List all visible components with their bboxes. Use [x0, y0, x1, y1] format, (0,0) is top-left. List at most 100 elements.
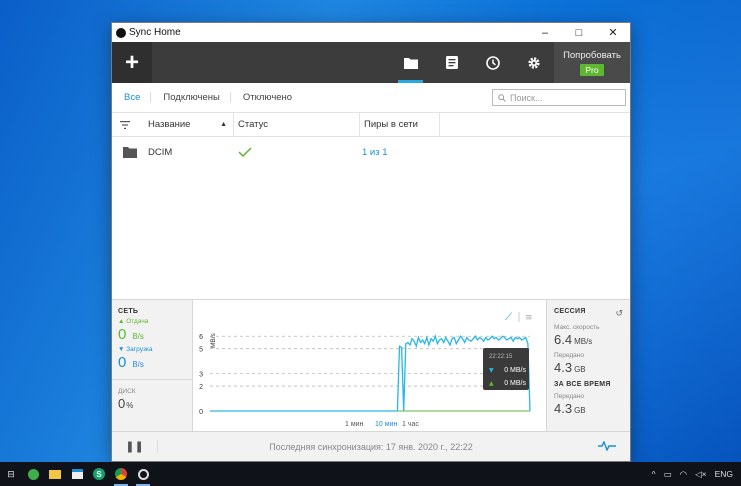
language-indicator[interactable]: ENG [715, 469, 733, 479]
max-speed-label: Макс. скорость [554, 324, 600, 331]
activity-pulse-icon [598, 439, 616, 452]
column-peers-label: Пиры в сети [364, 119, 418, 130]
folder-icon [123, 147, 137, 158]
upload-label: ▲ Отдача [118, 318, 149, 325]
filter-disconnected[interactable]: Отключено [243, 92, 302, 103]
sort-asc-icon: ▲ [220, 121, 227, 128]
folder-name: DCIM [148, 146, 173, 158]
add-folder-button[interactable]: + [112, 42, 152, 83]
last-sync-text: Последняя синхронизация: 17 янв. 2020 г.… [269, 441, 473, 452]
status-bar: ❚❚ Последняя синхронизация: 17 янв. 2020… [112, 431, 630, 461]
taskbar-chrome[interactable] [110, 462, 132, 486]
log-tab[interactable] [431, 42, 472, 83]
skype-icon: S [93, 468, 105, 480]
y-tick-label: 6 [199, 334, 203, 341]
column-peers[interactable]: Пиры в сети [360, 113, 440, 136]
session-heading: СЕССИЯ [554, 308, 586, 315]
task-view-icon: ⊟ [7, 468, 15, 479]
minimize-button[interactable]: – [528, 27, 562, 39]
system-tray: ^ ▭ ◠ ◁× ENG [652, 469, 741, 480]
task-view-button[interactable]: ⊟ [0, 462, 22, 486]
close-button[interactable]: ✕ [596, 26, 630, 39]
window-title: Sync Home [129, 27, 181, 38]
search-input[interactable]: Поиск... [492, 89, 626, 106]
title-bar: Sync Home – □ ✕ [112, 23, 630, 42]
history-tab[interactable] [472, 42, 513, 83]
search-placeholder: Поиск... [510, 92, 543, 103]
reset-icon[interactable]: ↺ [615, 308, 623, 319]
app-window: Sync Home – □ ✕ + Попробовать Pro Все По… [111, 22, 631, 462]
range-option[interactable]: 1 мин [345, 421, 364, 428]
filter-bar: Все Подключены Отключено Поиск... [112, 83, 630, 112]
chrome-icon [115, 468, 127, 480]
range-option[interactable]: 10 мин [375, 421, 397, 428]
filter-connected[interactable]: Подключены [163, 92, 231, 103]
disk-heading: ДИСК [118, 388, 136, 395]
app-logo-icon [116, 27, 126, 38]
settings-icon [527, 56, 540, 69]
pause-button[interactable]: ❚❚ [112, 440, 158, 453]
list-icon [445, 56, 458, 69]
table-view-icon[interactable]: ≡ [525, 313, 533, 323]
file-explorer-icon [49, 469, 61, 479]
peers-link[interactable]: 1 из 1 [362, 147, 388, 158]
volume-icon[interactable]: ◁× [695, 469, 707, 480]
folder-icon [403, 57, 418, 69]
all-sent-value: 4.3 GB [554, 401, 586, 416]
tooltip-up-icon: ▲ [489, 380, 494, 387]
sync-app-icon [137, 468, 149, 480]
network-heading: СЕТЬ [118, 308, 139, 315]
toolbar: + Попробовать Pro [112, 42, 630, 83]
chrome-green-icon [27, 468, 39, 480]
stats-panel: СЕТЬ ▲ Отдача 0 B/s ▼ Загрузка 0 B/s ДИСК … [112, 299, 630, 432]
pro-badge: Pro [580, 63, 604, 76]
tooltip-down-icon: ▼ [489, 367, 494, 374]
wifi-icon[interactable]: ◠ [680, 469, 687, 480]
store-icon [71, 469, 83, 479]
column-name-label: Название [148, 119, 191, 130]
disk-usage: 0% [118, 396, 134, 411]
battery-icon[interactable]: ▭ [664, 469, 672, 480]
taskbar: ⊟ S ^ ▭ ◠ ◁× ENG [0, 462, 741, 486]
session-sent-value: 4.3 GB [554, 360, 586, 375]
filter-lines-icon [120, 120, 130, 129]
y-tick-label: 0 [199, 409, 203, 416]
activity-button[interactable] [584, 439, 630, 453]
range-option[interactable]: 1 час [402, 421, 419, 428]
table-header: Название ▲ Статус Пиры в сети [112, 112, 630, 137]
upload-speed: 0 B/s [118, 326, 144, 343]
download-label: ▼ Загрузка [118, 346, 153, 353]
line-view-icon[interactable]: ⟋ [505, 312, 512, 323]
column-status-label: Статус [238, 119, 269, 130]
try-label: Попробовать [563, 49, 621, 61]
download-speed: 0 B/s [118, 354, 144, 371]
speed-chart-panel: ⟋ ≡ 0 2 3 5 6 MB/s 1 мин 10 мин 1 час 22:22:15 ▼ 0 MB… [192, 300, 547, 432]
column-name[interactable]: Название ▲ [138, 113, 234, 136]
session-stats: СЕССИЯ ↺ Макс. скорость 6.4 MB/s Передано… [547, 300, 630, 432]
y-tick-label: 2 [199, 384, 203, 391]
speed-chart: ⟋ ≡ 0 2 3 5 6 MB/s 1 мин 10 мин 1 час 22:22:15 ▼ 0 MB… [199, 312, 533, 428]
tray-chevron-icon[interactable]: ^ [652, 469, 656, 479]
max-speed-value: 6.4 MB/s [554, 332, 593, 347]
tooltip-time: 22:22:15 [489, 354, 513, 360]
taskbar-sync-app[interactable] [132, 462, 154, 486]
y-tick-label: 3 [199, 372, 203, 379]
try-pro-button[interactable]: Попробовать Pro [554, 42, 630, 83]
taskbar-app-1[interactable] [22, 462, 44, 486]
column-status[interactable]: Статус [234, 113, 360, 136]
taskbar-store[interactable] [66, 462, 88, 486]
table-row[interactable]: DCIM 1 из 1 [112, 137, 630, 167]
folder-list: DCIM 1 из 1 [112, 137, 630, 299]
filter-all[interactable]: Все [124, 92, 152, 103]
maximize-button[interactable]: □ [562, 27, 596, 39]
folders-tab[interactable] [390, 42, 431, 83]
tooltip-down-value: 0 MB/s [504, 367, 526, 374]
taskbar-explorer[interactable] [44, 462, 66, 486]
taskbar-skype[interactable]: S [88, 462, 110, 486]
settings-tab[interactable] [513, 42, 554, 83]
y-axis-label: MB/s [210, 332, 217, 348]
sort-filter-button[interactable] [112, 113, 138, 136]
history-icon [485, 55, 500, 70]
network-stats: СЕТЬ ▲ Отдача 0 B/s ▼ Загрузка 0 B/s ДИСК … [112, 300, 192, 432]
all-time-heading: ЗА ВСЕ ВРЕМЯ [554, 381, 611, 388]
